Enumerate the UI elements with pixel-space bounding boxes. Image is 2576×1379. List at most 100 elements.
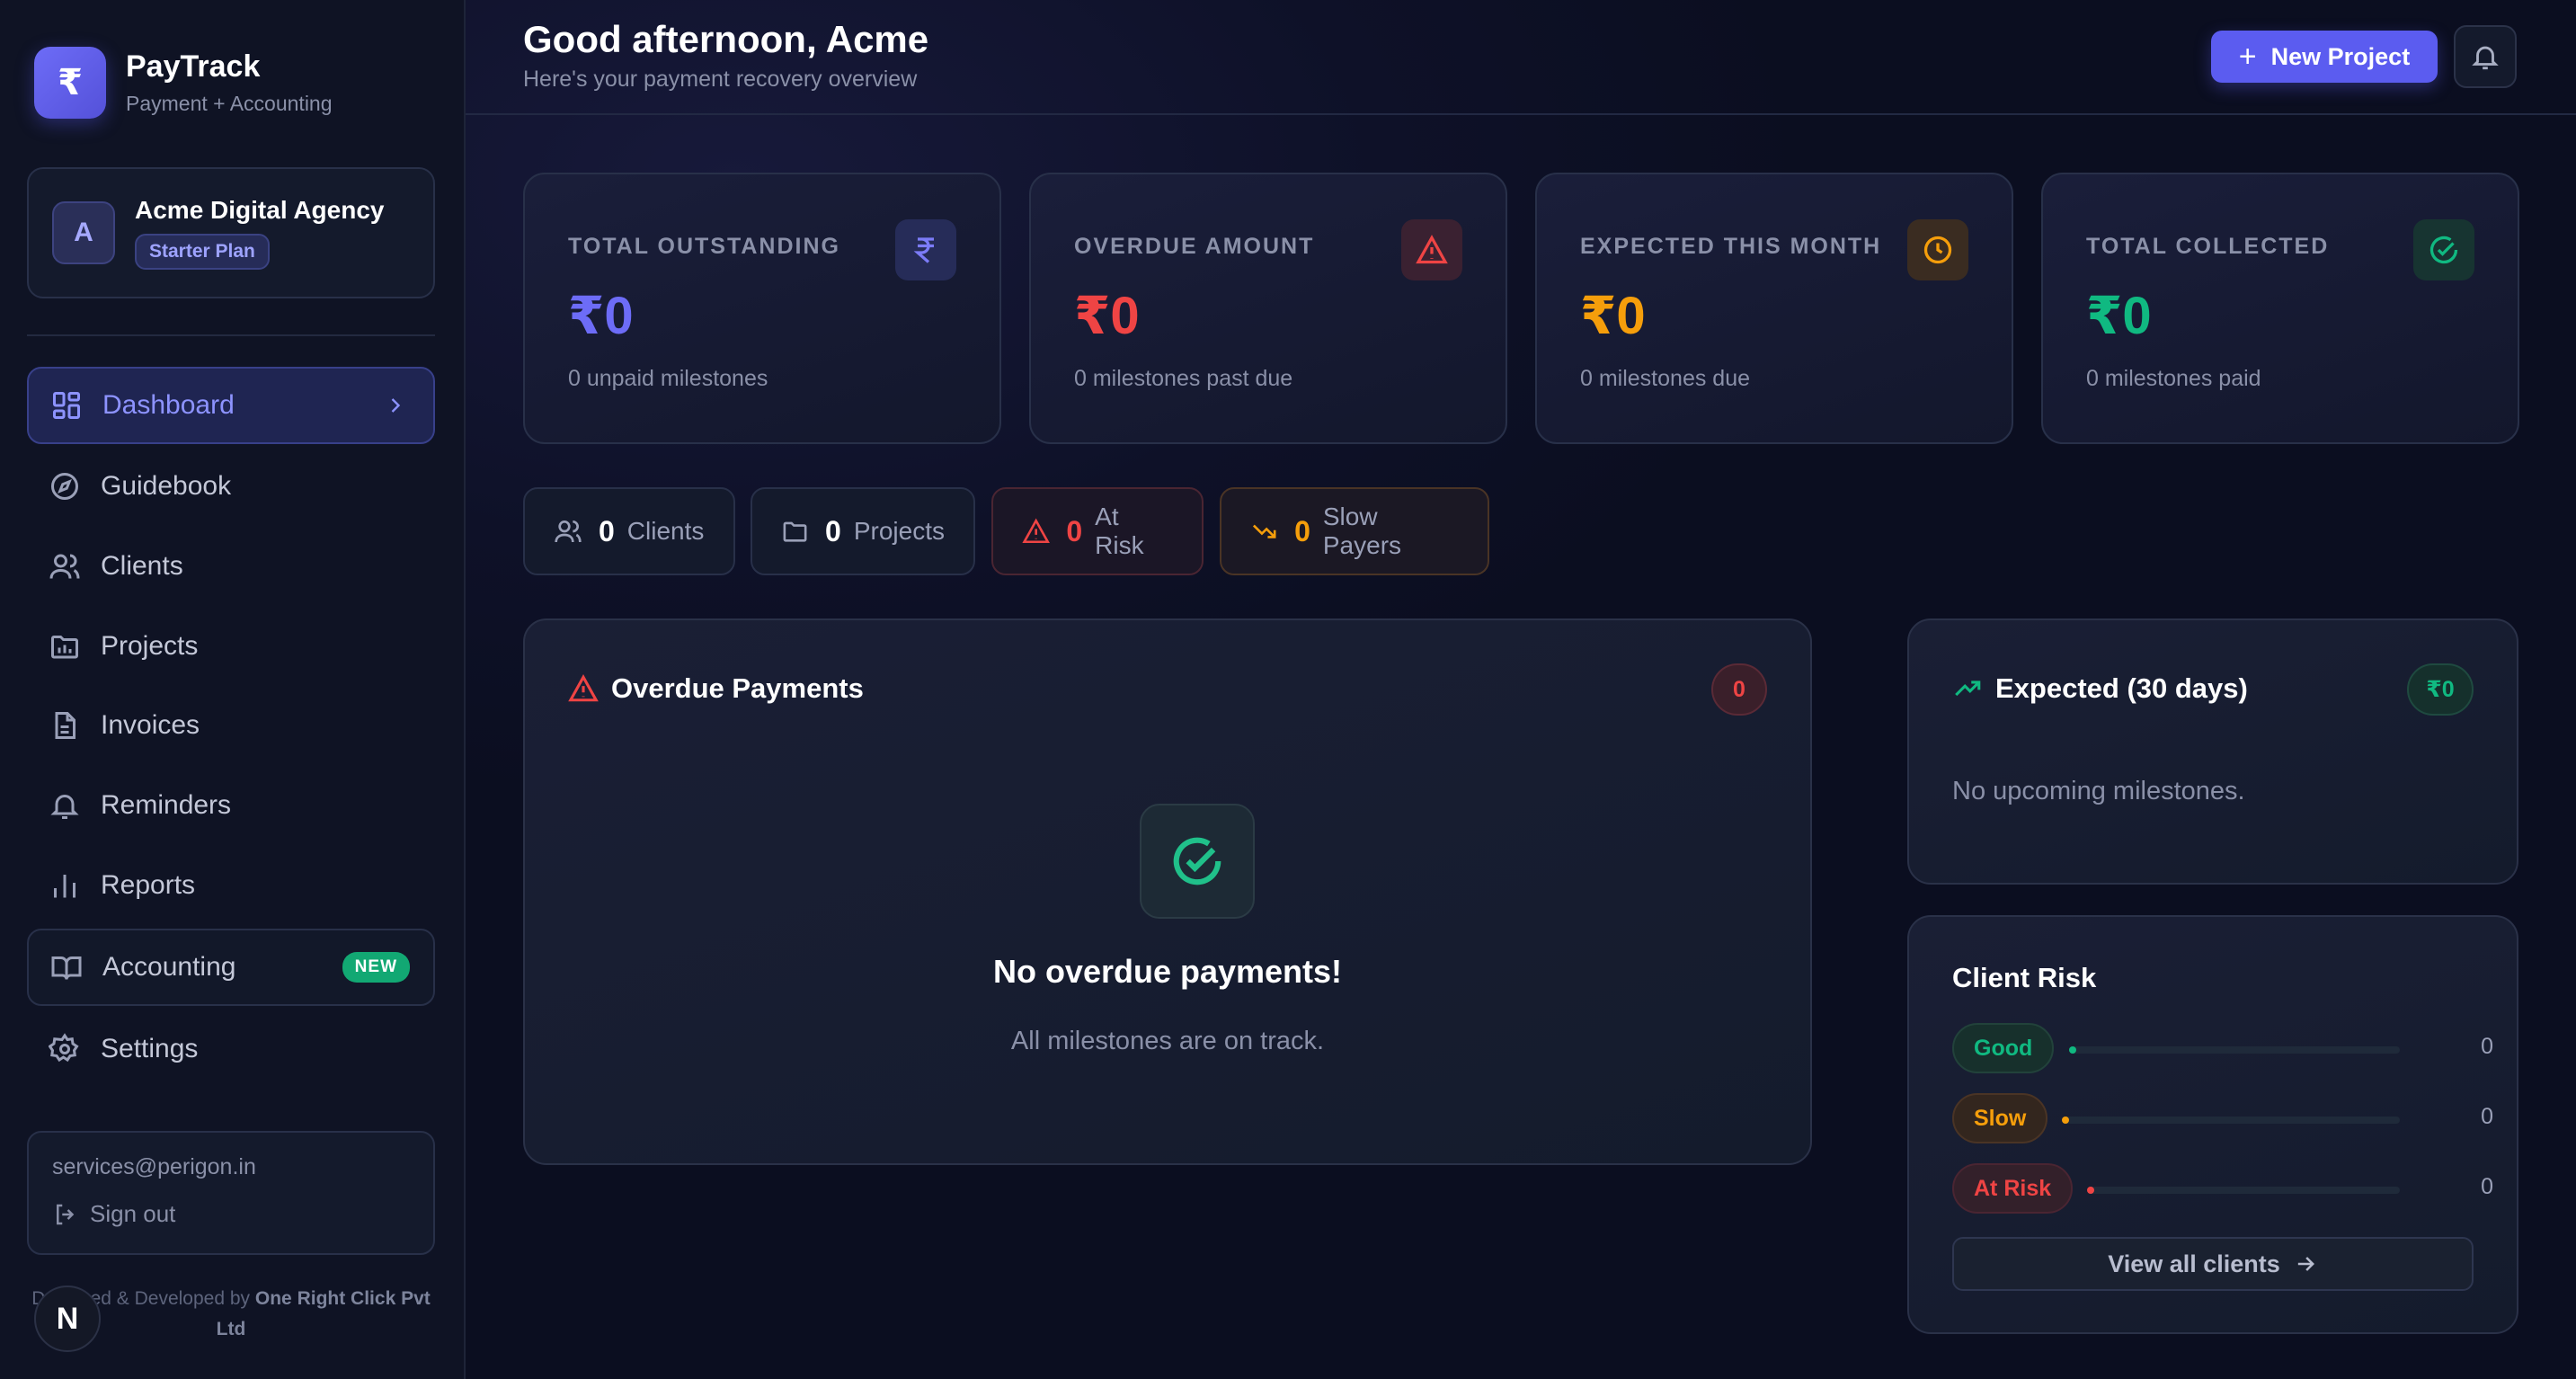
sidebar-item-clients[interactable]: Clients [27, 528, 435, 605]
page-header: Good afternoon, Acme Here's your payment… [466, 0, 2576, 115]
risk-count: 0 [2481, 1174, 2493, 1199]
risk-bar [2087, 1187, 2400, 1194]
expected-title: Expected (30 days) [1995, 672, 2248, 704]
users-icon [555, 520, 582, 543]
sidebar-item-label: Clients [101, 551, 183, 581]
empty-state-subtitle: All milestones are on track. [1010, 1027, 1325, 1055]
check-circle-icon [1140, 804, 1255, 919]
document-icon [55, 712, 76, 739]
org-switcher[interactable]: A Acme Digital Agency Starter Plan [27, 167, 435, 298]
rupee-icon [895, 219, 956, 280]
risk-badge: Slow [1952, 1093, 2048, 1143]
risk-bar [2069, 1046, 2400, 1054]
pill-projects[interactable]: 0 Projects [751, 487, 975, 575]
risk-count: 0 [2481, 1104, 2493, 1129]
sidebar-item-projects[interactable]: Projects [27, 608, 435, 685]
risk-badge: Good [1952, 1023, 2055, 1073]
new-badge: NEW [342, 952, 410, 983]
sidebar-divider [27, 334, 435, 336]
stat-card-total-collected: TOTAL COLLECTED ₹0 0 milestones paid [2041, 173, 2519, 444]
trending-up-icon [1955, 681, 1981, 697]
plan-badge: Starter Plan [135, 234, 270, 270]
sidebar-item-invoices[interactable]: Invoices [27, 687, 435, 764]
pill-count: 0 [825, 514, 841, 547]
page-subtitle: Here's your payment recovery overview [523, 67, 918, 92]
stat-value: ₹0 [1580, 287, 1646, 345]
overdue-payments-panel: Overdue Payments 0 No overdue payments! … [523, 618, 1812, 1165]
sidebar-item-label: Settings [101, 1034, 199, 1063]
page-title: Good afternoon, Acme [523, 18, 929, 60]
risk-badge: At Risk [1952, 1163, 2074, 1214]
risk-bar-fill [2062, 1117, 2069, 1124]
chevron-right-icon [383, 393, 408, 425]
brand-subtitle: Payment + Accounting [126, 92, 333, 115]
sidebar-item-label: Accounting [102, 952, 236, 982]
gear-icon [49, 1033, 79, 1063]
book-icon [51, 956, 82, 980]
sidebar-item-reports[interactable]: Reports [27, 847, 435, 924]
overdue-count-badge: 0 [1711, 663, 1767, 716]
sidebar-item-label: Guidebook [101, 471, 232, 501]
folder-icon [51, 636, 78, 659]
n-badge[interactable]: N [34, 1286, 101, 1352]
plus-icon: + [2238, 39, 2257, 74]
sidebar-item-guidebook[interactable]: Guidebook [27, 448, 435, 525]
arrow-right-icon [2297, 1257, 2314, 1271]
sidebar-item-label: Projects [101, 631, 199, 661]
sign-out-icon [57, 1204, 75, 1224]
view-all-label: View all clients [2108, 1250, 2280, 1277]
sidebar-item-settings[interactable]: Settings [27, 1010, 435, 1088]
brand[interactable]: ₹ PayTrack Payment + Accounting [34, 47, 333, 119]
pill-label: At Risk [1095, 503, 1144, 559]
stat-card-overdue-amount: OVERDUE AMOUNT ₹0 0 milestones past due [1029, 173, 1507, 444]
stat-sub: 0 unpaid milestones [568, 366, 768, 391]
warning-icon [1022, 518, 1050, 544]
trending-down-icon [1252, 524, 1276, 538]
sidebar-item-label: Dashboard [102, 390, 235, 420]
brand-name: PayTrack [126, 49, 261, 84]
pill-label: Slow Payers [1322, 503, 1402, 559]
sidebar-item-label: Reports [101, 870, 196, 900]
panel-title: Expected (30 days) [1952, 672, 2248, 705]
bell-icon [2472, 46, 2499, 70]
compass-icon [51, 473, 78, 500]
bar-chart-icon [54, 875, 76, 898]
stat-sub: 0 milestones paid [2086, 366, 2261, 391]
account-email: services@perigon.in [52, 1154, 256, 1179]
view-all-clients-button[interactable]: View all clients [1952, 1237, 2474, 1291]
sidebar-item-reminders[interactable]: Reminders [27, 767, 435, 844]
folder-icon [783, 521, 807, 542]
pill-slow-payers[interactable]: 0 Slow Payers [1220, 487, 1489, 575]
notifications-button[interactable] [2454, 25, 2517, 88]
expected-amount-badge: ₹0 [2407, 663, 2474, 716]
rupee-logo-icon: ₹ [34, 47, 106, 119]
sign-out-label: Sign out [90, 1200, 176, 1227]
pill-clients[interactable]: 0 Clients [523, 487, 735, 575]
dashboard-icon [53, 392, 80, 419]
sidebar-item-dashboard[interactable]: Dashboard [27, 367, 435, 444]
org-name: Acme Digital Agency [135, 196, 385, 224]
main-content: Good afternoon, Acme Here's your payment… [466, 0, 2576, 1379]
sign-out-button[interactable]: Sign out [52, 1200, 410, 1228]
expected-panel: Expected (30 days) ₹0 No upcoming milest… [1907, 618, 2518, 885]
pill-at-risk[interactable]: 0 At Risk [991, 487, 1204, 575]
stat-sub: 0 milestones due [1580, 366, 1751, 391]
risk-bar-fill [2087, 1187, 2094, 1194]
panel-title: Overdue Payments [568, 672, 864, 705]
stat-card-expected-this-month: EXPECTED THIS MONTH ₹0 0 milestones due [1535, 173, 2013, 444]
pill-count: 0 [1066, 514, 1083, 547]
stat-value: ₹0 [2086, 287, 2152, 345]
stat-value: ₹0 [1074, 287, 1140, 345]
new-project-button[interactable]: + New Project [2211, 31, 2438, 83]
risk-count: 0 [2481, 1034, 2493, 1059]
risk-row-good: Good 0 [1952, 1023, 2493, 1073]
sidebar-item-accounting[interactable]: Accounting NEW [27, 929, 435, 1006]
sidebar: ₹ PayTrack Payment + Accounting A Acme D… [0, 0, 466, 1379]
risk-bar-fill [2069, 1046, 2076, 1054]
pill-label: Projects [853, 517, 945, 545]
new-project-label: New Project [2270, 42, 2411, 70]
overdue-title: Overdue Payments [611, 672, 864, 704]
pill-count: 0 [1294, 514, 1310, 547]
check-circle-icon [2413, 219, 2474, 280]
sidebar-item-label: Reminders [101, 790, 232, 820]
